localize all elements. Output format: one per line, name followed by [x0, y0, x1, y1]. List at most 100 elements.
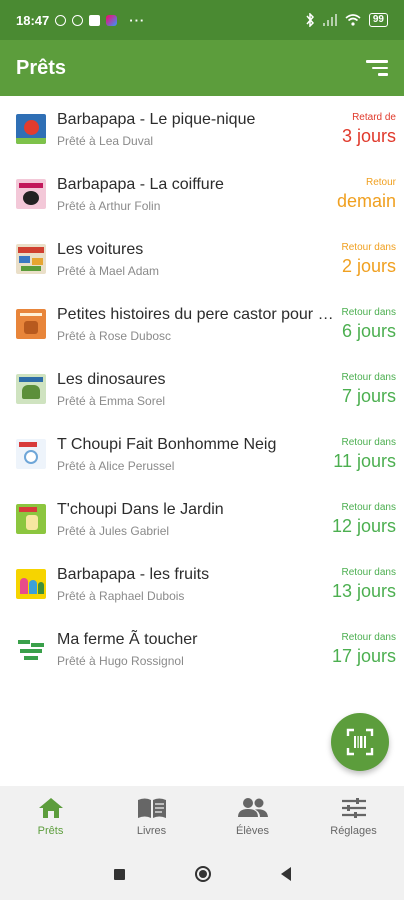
barcode-scan-icon [346, 728, 374, 756]
borrower-name: Prêté à Alice Perussel [57, 458, 175, 473]
book-title: T Choupi Fait Bonhomme Neig [57, 435, 277, 453]
book-title: Barbapapa - les fruits [57, 565, 210, 583]
nav-item-eleves[interactable]: Élèves [202, 786, 303, 848]
sort-icon-bar [378, 73, 388, 76]
loan-row[interactable]: Barbapapa - les fruits Prêté à Raphael D… [0, 551, 404, 616]
due-status: Retour dans 11 jours [333, 436, 396, 472]
borrower-name: Prêté à Arthur Folin [57, 198, 161, 213]
book-title: Les voitures [57, 240, 144, 258]
bluetooth-icon [306, 13, 314, 27]
book-cover [16, 633, 46, 664]
due-value: demain [336, 190, 396, 211]
due-label: Retour dans [341, 436, 396, 448]
loan-row-text: Les dinosaures Prêté à Emma Sorel [57, 370, 336, 408]
nav-label: Prêts [37, 825, 64, 837]
loan-row-text: T'choupi Dans le Jardin Prêté à Jules Ga… [57, 500, 326, 538]
status-right: 99 [305, 13, 388, 27]
due-label: Retour dans [341, 241, 396, 253]
book-cover [16, 438, 46, 469]
nav-item-reglages[interactable]: Réglages [303, 786, 404, 848]
borrower-name: Prêté à Hugo Rossignol [57, 653, 184, 668]
due-status: Retour dans 17 jours [332, 631, 396, 667]
due-status: Retour dans 2 jours [342, 241, 396, 277]
book-cover [16, 568, 46, 599]
sort-button[interactable] [360, 54, 388, 82]
due-value: 12 jours [331, 515, 396, 536]
loan-row-text: Petites histoires du pere castor pour … … [57, 305, 336, 343]
status-left: 18:47 ··· [16, 13, 145, 28]
due-label: Retour dans [341, 631, 396, 643]
loan-row[interactable]: Les dinosaures Prêté à Emma Sorel Retour… [0, 356, 404, 421]
recents-button[interactable] [113, 868, 125, 880]
home-button[interactable] [194, 866, 211, 882]
sliders-icon [341, 798, 366, 818]
sort-icon [366, 60, 388, 63]
back-button[interactable] [280, 867, 291, 881]
due-label: Retour dans [341, 306, 396, 318]
battery-indicator: 99 [368, 13, 388, 27]
due-status: Retour dans 12 jours [332, 501, 396, 537]
nav-item-livres[interactable]: Livres [101, 786, 202, 848]
book-title: Les dinosaures [57, 370, 166, 388]
youtube-icon [89, 14, 101, 26]
due-value: 13 jours [331, 580, 396, 601]
due-status: Retour dans 6 jours [342, 306, 396, 342]
loan-row[interactable]: Ma ferme Ã toucher Prêté à Hugo Rossigno… [0, 616, 404, 681]
loan-row[interactable]: T'choupi Dans le Jardin Prêté à Jules Ga… [0, 486, 404, 551]
due-status: Retour dans 13 jours [332, 566, 396, 602]
loan-row[interactable]: Petites histoires du pere castor pour … … [0, 291, 404, 356]
sort-icon-bar [372, 66, 388, 70]
borrower-name: Prêté à Raphael Dubois [57, 588, 185, 603]
loan-row[interactable]: T Choupi Fait Bonhomme Neig Prêté à Alic… [0, 421, 404, 486]
wifi-icon [345, 14, 361, 26]
book-title: Barbapapa - Le pique-nique [57, 110, 256, 128]
loan-list: Barbapapa - Le pique-nique Prêté à Lea D… [0, 96, 404, 681]
book-title: T'choupi Dans le Jardin [57, 500, 224, 518]
borrower-name: Prêté à Mael Adam [57, 263, 160, 278]
book-cover [16, 243, 46, 274]
status-time: 18:47 [16, 12, 50, 28]
signal-icon [322, 14, 337, 26]
due-value: 11 jours [333, 450, 396, 471]
notification-icon [72, 14, 84, 26]
borrower-name: Prêté à Lea Duval [57, 133, 154, 148]
loan-row-text: Barbapapa - La coiffure Prêté à Arthur F… [57, 175, 331, 213]
borrower-name: Prêté à Rose Dubosc [57, 328, 172, 343]
book-cover [16, 373, 46, 404]
book-icon [137, 798, 166, 818]
loan-row-text: Barbapapa - Le pique-nique Prêté à Lea D… [57, 110, 336, 148]
nav-label: Livres [136, 825, 167, 837]
due-value: 2 jours [341, 255, 396, 276]
due-value: 7 jours [341, 385, 396, 406]
due-value: 17 jours [331, 645, 396, 666]
loan-row-text: Les voitures Prêté à Mael Adam [57, 240, 336, 278]
status-bar: 18:47 ··· 99 [0, 0, 404, 40]
nav-label: Réglages [330, 825, 377, 837]
due-status: Retour demain [337, 176, 396, 212]
borrower-name: Prêté à Jules Gabriel [57, 523, 170, 538]
more-notifications: ··· [129, 12, 146, 28]
due-label: Retour [365, 176, 396, 188]
nav-item-prets[interactable]: Prêts [0, 786, 101, 848]
book-title: Barbapapa - La coiffure [57, 175, 224, 193]
page-title: Prêts [16, 56, 67, 79]
loan-row[interactable]: Les voitures Prêté à Mael Adam Retour da… [0, 226, 404, 291]
book-cover [16, 503, 46, 534]
book-cover [16, 113, 46, 144]
loan-row[interactable]: Barbapapa - Le pique-nique Prêté à Lea D… [0, 96, 404, 161]
book-cover [16, 178, 46, 209]
borrower-name: Prêté à Emma Sorel [57, 393, 166, 408]
app-icon [106, 14, 118, 26]
due-label: Retour dans [341, 501, 396, 513]
dnd-icon [55, 14, 67, 26]
due-label: Retard de [352, 111, 396, 123]
loan-row[interactable]: Barbapapa - La coiffure Prêté à Arthur F… [0, 161, 404, 226]
loan-row-text: T Choupi Fait Bonhomme Neig Prêté à Alic… [57, 435, 327, 473]
due-value: 6 jours [341, 320, 396, 341]
book-title: Ma ferme Ã toucher [57, 630, 198, 648]
due-label: Retour dans [341, 371, 396, 383]
due-status: Retard de 3 jours [342, 111, 396, 147]
scan-button[interactable] [331, 713, 389, 771]
due-status: Retour dans 7 jours [342, 371, 396, 407]
due-value: 3 jours [341, 125, 396, 146]
